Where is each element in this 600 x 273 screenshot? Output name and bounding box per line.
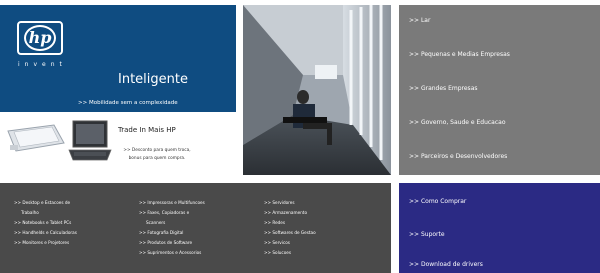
menu-link-como-comprar[interactable]: >> Como Comprar: [409, 198, 466, 205]
category-link[interactable]: >> Softwares de Gestao: [264, 230, 316, 236]
category-link[interactable]: >> Notebooks e Tablet PCs: [14, 220, 71, 226]
category-link[interactable]: >> Produtos de Software: [139, 240, 192, 246]
category-link[interactable]: >> Impressoras e Multifuncoes: [139, 200, 205, 206]
hp-logo[interactable]: hp: [17, 21, 63, 55]
trade-desc-line: bonus para quem compra.: [128, 156, 186, 161]
category-link[interactable]: >> Redes: [264, 220, 285, 226]
category-link[interactable]: >> Fotografia Digital: [139, 230, 183, 236]
category-link[interactable]: >> Suprimentos e Acessorios: [139, 250, 201, 256]
support-menu: >> Como Comprar >> Suporte >> Download d…: [399, 183, 600, 273]
category-link[interactable]: >> Faxes, Copiadoras e: [139, 210, 189, 216]
hp-logo-text: hp: [28, 28, 52, 47]
hp-invent-tagline: invent: [18, 61, 67, 68]
laptop-image: [68, 120, 112, 161]
menu-link-governo[interactable]: >> Governo, Saude e Educacao: [409, 119, 506, 126]
segment-menu: >> Lar >> Pequenas e Medias Empresas >> …: [399, 5, 600, 175]
menu-link-grandes-empresas[interactable]: >> Grandes Empresas: [409, 85, 478, 92]
hallway-photo-art: [243, 5, 391, 175]
category-link[interactable]: >> Servidores: [264, 200, 295, 206]
category-link[interactable]: >> Desktop e Estacoes de: [14, 200, 70, 206]
menu-link-pequenas-medias[interactable]: >> Pequenas e Medias Empresas: [409, 51, 510, 58]
menu-link-download-drivers[interactable]: >> Download de drivers: [409, 261, 483, 268]
banner-tagline-link[interactable]: >> Mobilidade sem a complexidade: [78, 100, 178, 106]
tablet-pc-image: [7, 124, 65, 152]
category-link[interactable]: >> Handhelds e Calculadoras: [14, 230, 77, 236]
menu-link-parceiros[interactable]: >> Parceiros e Desenvolvedores: [409, 153, 507, 160]
product-categories: >> Desktop e Estacoes de Trabalho >> Not…: [0, 183, 391, 273]
trade-in-title[interactable]: Trade In Mais HP: [118, 126, 176, 134]
trade-in-description: >> Desconto para quem troca, bonus para …: [117, 147, 197, 163]
hallway-photo[interactable]: [243, 5, 391, 175]
category-link-cont[interactable]: Trabalho: [21, 210, 39, 216]
category-link-cont[interactable]: Scanners: [146, 220, 165, 226]
menu-link-lar[interactable]: >> Lar: [409, 17, 430, 24]
category-link[interactable]: >> Monitores e Projetores: [14, 240, 69, 246]
category-link[interactable]: >> Servicos: [264, 240, 290, 246]
trade-desc-line: >> Desconto para quem troca,: [123, 148, 191, 153]
hp-inteligente-banner[interactable]: hp invent Inteligente >> Mobilidade sem …: [0, 5, 236, 112]
category-link[interactable]: >> Solucoes: [264, 250, 291, 256]
menu-link-suporte[interactable]: >> Suporte: [409, 231, 445, 238]
banner-title: Inteligente: [118, 72, 188, 87]
category-link[interactable]: >> Armazenamento: [264, 210, 307, 216]
